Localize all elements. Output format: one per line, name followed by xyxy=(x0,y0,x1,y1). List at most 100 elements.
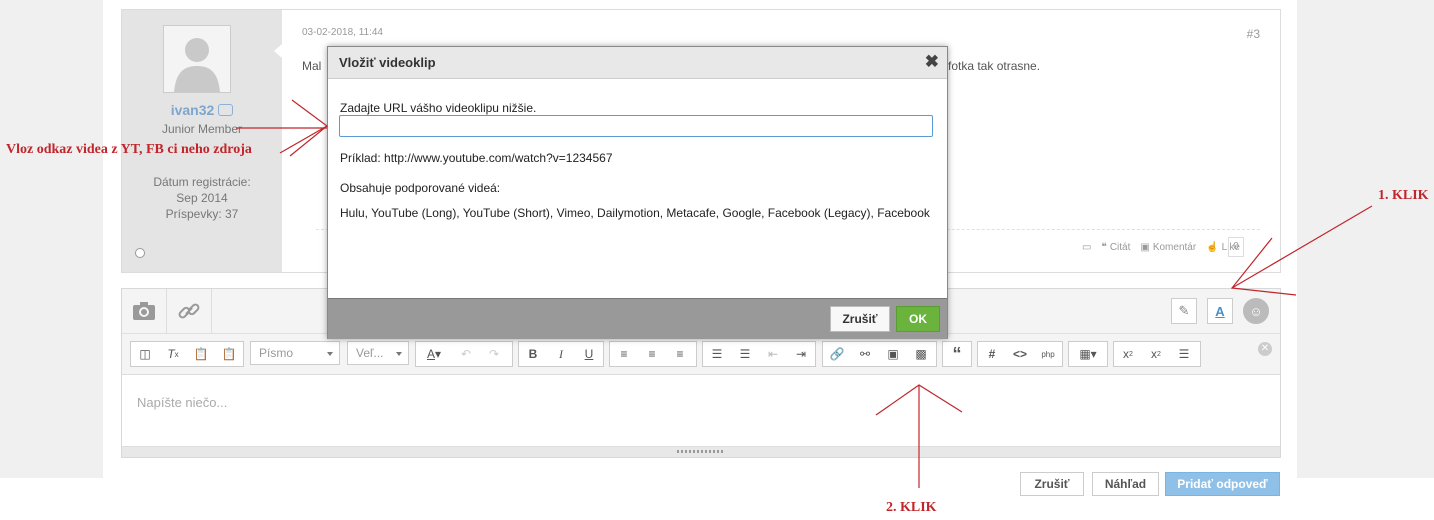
post-text-end: fotka tak otrasne. xyxy=(948,59,1041,73)
insert-link-icon[interactable]: 🔗 xyxy=(823,342,851,366)
outdent-icon[interactable]: ⇤ xyxy=(759,342,787,366)
dialog-cancel-button[interactable]: Zrušiť xyxy=(830,306,890,332)
indent-icon[interactable]: ⇥ xyxy=(787,342,815,366)
submit-reply-button[interactable]: Pridať odpoveď xyxy=(1165,472,1280,496)
remove-format-icon[interactable]: Tx xyxy=(159,342,187,366)
size-select-label: Veľ... xyxy=(356,346,384,360)
table-icon[interactable]: ▦▾ xyxy=(1069,342,1107,366)
font-select-label: Písmo xyxy=(259,346,294,360)
video-url-input[interactable] xyxy=(339,115,933,137)
post-author-panel: ivan32 Junior Member Dátum registrácie: … xyxy=(122,10,282,272)
registration-date: Sep 2014 xyxy=(176,191,228,205)
italic-icon[interactable]: I xyxy=(547,342,575,366)
underline-icon[interactable]: U xyxy=(575,342,603,366)
dialog-footer: Zrušiť OK xyxy=(328,298,947,339)
toolbar-group-quote: “ xyxy=(942,341,972,367)
url-prompt: Zadajte URL vášho videoklipu nižšie. xyxy=(340,101,537,115)
supported-list: Hulu, YouTube (Long), YouTube (Short), V… xyxy=(340,206,930,220)
speech-icon: ▭ xyxy=(1081,242,1092,253)
paste-word-icon[interactable]: 📋 xyxy=(215,342,243,366)
post-text-start: Mal xyxy=(302,59,322,73)
user-rank: Junior Member xyxy=(161,122,243,136)
smiley-icon[interactable]: ☺ xyxy=(1243,298,1269,324)
hashtag-icon[interactable]: # xyxy=(978,342,1006,366)
align-center-icon[interactable]: ≡ xyxy=(638,342,666,366)
toolbar-group-table: ▦▾ xyxy=(1068,341,1108,367)
reply-action[interactable]: ▭ xyxy=(1082,242,1091,253)
numbered-list-icon[interactable]: ☰ xyxy=(703,342,731,366)
font-select[interactable]: Písmo xyxy=(250,341,340,365)
quote-label: Citát xyxy=(1109,242,1131,253)
annotation-click-1: 1. KLIK xyxy=(1378,188,1429,203)
paste-text-icon[interactable]: 📋 xyxy=(187,342,215,366)
redo-icon[interactable]: ↷ xyxy=(480,342,508,366)
close-icon[interactable]: ✖ xyxy=(925,52,939,72)
bullet-list-icon[interactable]: ☰ xyxy=(731,342,759,366)
link-icon[interactable] xyxy=(167,289,212,333)
preview-button[interactable]: Náhľad xyxy=(1092,472,1159,496)
page-background-right xyxy=(1297,0,1434,478)
clipboard-icon[interactable]: ✎ xyxy=(1171,298,1197,324)
resize-handle[interactable] xyxy=(122,446,1280,457)
post-count: Príspevky: 37 xyxy=(165,207,239,221)
code-icon[interactable]: <> xyxy=(1006,342,1034,366)
superscript-icon[interactable]: x2 xyxy=(1142,342,1170,366)
chat-bubble-icon[interactable] xyxy=(218,104,234,116)
comment-action[interactable]: ▣ Komentár xyxy=(1140,242,1196,253)
chevron-down-icon xyxy=(327,352,333,356)
toolbar-group-source: ◫ Tx 📋 📋 xyxy=(130,341,244,367)
page-background-left xyxy=(0,0,103,478)
thumbs-up-icon: ☝ xyxy=(1206,242,1219,253)
quote-action[interactable]: ❝ Citát xyxy=(1101,242,1130,253)
avatar[interactable] xyxy=(163,25,231,93)
quote-icon[interactable]: “ xyxy=(943,342,971,366)
insert-video-dialog: Vložiť videoklip ✖ Zadajte URL vášho vid… xyxy=(327,46,948,339)
size-select[interactable]: Veľ... xyxy=(347,341,409,365)
unlink-icon[interactable]: ⚯ xyxy=(851,342,879,366)
horizontal-rule-icon[interactable]: ☰ xyxy=(1170,342,1198,366)
grip-icon xyxy=(677,450,725,453)
align-left-icon[interactable]: ≡ xyxy=(610,342,638,366)
php-icon[interactable]: php xyxy=(1034,342,1062,366)
text-format-icon[interactable]: A xyxy=(1207,298,1233,324)
post-actions: ▭ ❝ Citát ▣ Komentár ☝ Like xyxy=(1082,242,1240,253)
insert-image-icon[interactable]: ▣ xyxy=(879,342,907,366)
registration-label: Dátum registrácie: xyxy=(153,175,251,189)
username[interactable]: ivan32 xyxy=(171,102,215,118)
username-row[interactable]: ivan32 xyxy=(122,102,282,118)
toolbar-group-insert: 🔗 ⚯ ▣ ▩ xyxy=(822,341,937,367)
post-date: 03-02-2018, 11:44 xyxy=(302,27,383,38)
comment-label: Komentár xyxy=(1152,242,1197,253)
example-text: Príklad: http://www.youtube.com/watch?v=… xyxy=(340,151,613,165)
supported-label: Obsahuje podporované videá: xyxy=(340,181,501,195)
comment-icon: ▣ xyxy=(1140,242,1150,253)
bold-icon[interactable]: B xyxy=(519,342,547,366)
insert-video-icon[interactable]: ▩ xyxy=(907,342,935,366)
align-right-icon[interactable]: ≡ xyxy=(666,342,694,366)
toolbar-group-align: ≡ ≡ ≡ xyxy=(609,341,697,367)
undo-icon[interactable]: ↶ xyxy=(452,342,480,366)
annotation-hint: Vloz odkaz videa z YT, FB ci neho zdroja xyxy=(6,142,252,157)
toolbar-group-color: A ▾ ↶ ↷ xyxy=(415,341,513,367)
dialog-ok-button[interactable]: OK xyxy=(896,306,940,332)
close-icon[interactable]: ✕ xyxy=(1258,342,1272,356)
toolbar-group-script: x2 x2 ☰ xyxy=(1113,341,1201,367)
subscript-icon[interactable]: x2 xyxy=(1114,342,1142,366)
online-status-icon xyxy=(135,248,145,258)
quote-icon: ❝ xyxy=(1101,242,1107,253)
toolbar-group-code: # <> php xyxy=(977,341,1063,367)
toolbar-group-lists: ☰ ☰ ⇤ ⇥ xyxy=(702,341,816,367)
textarea-placeholder: Napíšte niečo... xyxy=(137,395,228,410)
annotation-click-2: 2. KLIK xyxy=(886,500,937,515)
post-number[interactable]: #3 xyxy=(1247,27,1260,41)
dialog-header: Vložiť videoklip ✖ xyxy=(328,47,947,79)
source-icon[interactable]: ◫ xyxy=(131,342,159,366)
message-textarea[interactable]: Napíšte niečo... xyxy=(122,375,1280,446)
cancel-button[interactable]: Zrušiť xyxy=(1020,472,1084,496)
user-silhouette-icon xyxy=(164,26,230,92)
like-count: 0 xyxy=(1228,237,1244,257)
post-arrow-notch xyxy=(274,44,282,58)
chevron-down-icon xyxy=(396,352,402,356)
text-color-icon[interactable]: A ▾ xyxy=(416,342,452,366)
camera-icon[interactable] xyxy=(122,289,167,333)
